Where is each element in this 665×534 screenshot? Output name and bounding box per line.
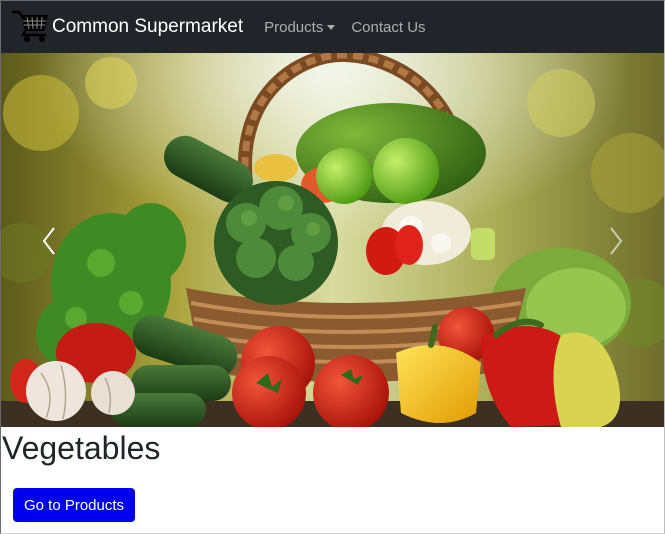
top-navbar: Common Supermarket Products Contact Us [1, 1, 664, 53]
shopping-cart-icon [11, 7, 50, 48]
nav-products-dropdown[interactable]: Products [264, 18, 336, 36]
carousel-next-button[interactable] [586, 203, 646, 283]
vegetable-basket-image [1, 53, 664, 427]
chevron-right-icon [608, 226, 624, 261]
caret-down-icon [327, 25, 336, 30]
brand-link[interactable]: Common Supermarket [11, 1, 244, 53]
section-title: Vegetables [2, 430, 161, 466]
hero-carousel [1, 53, 664, 427]
nav-products-label: Products [264, 18, 324, 36]
carousel-prev-button[interactable] [19, 203, 79, 283]
chevron-left-icon [41, 226, 57, 261]
brand-name: Common Supermarket [52, 16, 244, 37]
nav-contact-link[interactable]: Contact Us [351, 19, 425, 36]
go-to-products-button[interactable]: Go to Products [13, 488, 135, 522]
